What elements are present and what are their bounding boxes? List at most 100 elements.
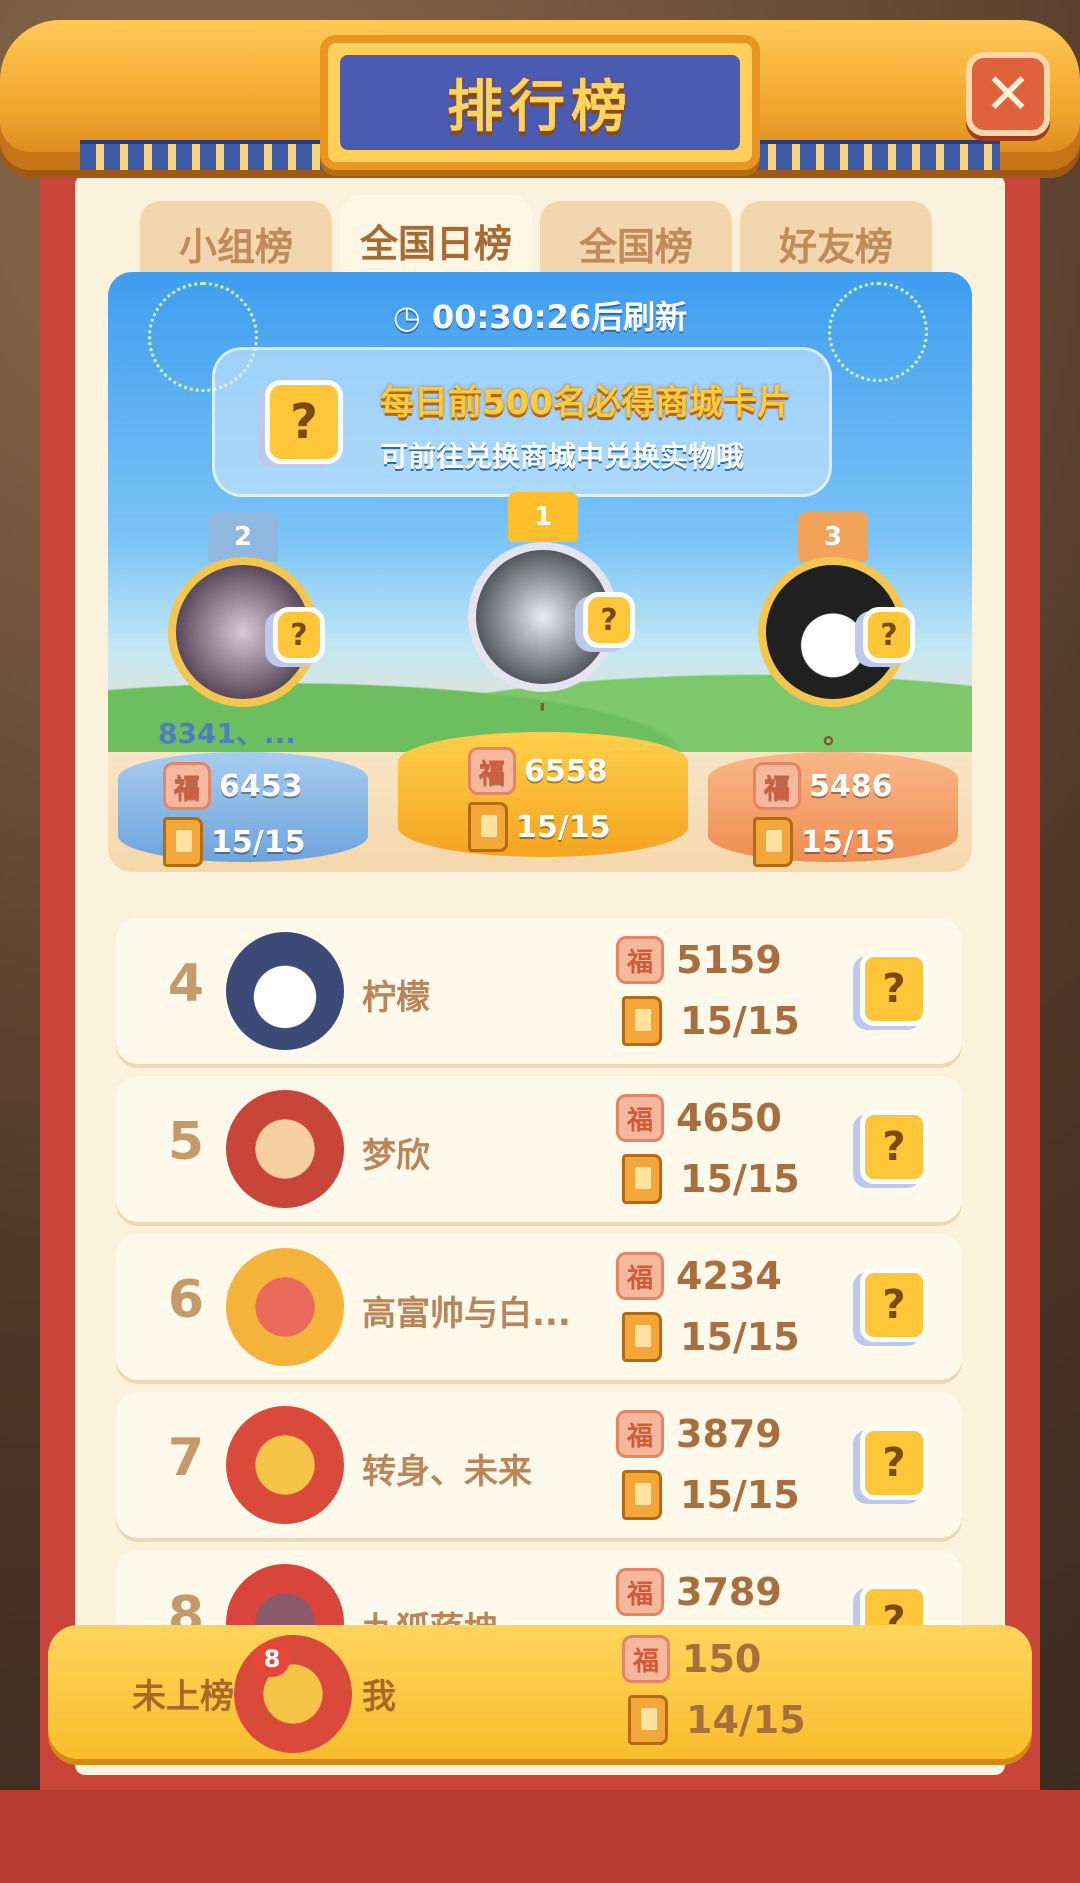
book-icon xyxy=(622,996,662,1046)
ranking-row[interactable]: 6 高富帅与白... 福 4234 15/15 ? xyxy=(116,1234,962,1380)
player-progress: 15/15 xyxy=(622,1154,800,1204)
banner-headline: 每日前500名必得商城卡片 xyxy=(380,383,791,423)
fu-coin-icon: 福 xyxy=(622,1635,670,1683)
fu-coin-icon: 福 xyxy=(616,1094,664,1142)
podium-progress: 15/15 xyxy=(468,802,610,852)
podium-name: 。 xyxy=(823,717,852,750)
mystery-card-icon[interactable]: ? xyxy=(860,1268,928,1342)
mystery-card-icon[interactable]: ? xyxy=(860,1110,928,1184)
refresh-timer: ◷ 00:30:26后刷新 xyxy=(108,292,972,338)
player-progress: 15/15 xyxy=(622,1470,800,1520)
player-score-value: 5159 xyxy=(676,938,782,982)
ranking-row[interactable]: 4 柠檬 福 5159 15/15 ? xyxy=(116,918,962,1064)
mystery-card-icon: ? xyxy=(863,607,915,663)
bronze-crown-icon: 3 xyxy=(798,512,868,562)
player-score-value: 4234 xyxy=(676,1254,782,1298)
silver-crown-icon: 2 xyxy=(208,512,278,562)
clock-icon: ◷ xyxy=(392,298,432,336)
podium-score-value: 5486 xyxy=(809,768,893,804)
podium-rank-2[interactable]: 2 ? 8341、... 福 6453 15/15 xyxy=(118,512,368,867)
podium-rank-1[interactable]: 1 ? ' 福 6558 15/15 xyxy=(398,492,688,862)
podium-rank-3[interactable]: 3 ? 。 福 5486 15/15 xyxy=(708,512,958,867)
player-progress-value: 15/15 xyxy=(680,1157,800,1201)
podium-score: 福 5486 xyxy=(753,762,893,810)
book-icon xyxy=(622,1470,662,1520)
my-score: 福 150 xyxy=(622,1635,761,1683)
player-score-value: 3879 xyxy=(676,1412,782,1456)
ranking-row[interactable]: 5 梦欣 福 4650 15/15 ? xyxy=(116,1076,962,1222)
avatar xyxy=(226,1090,344,1208)
fu-coin-icon: 福 xyxy=(616,1568,664,1616)
player-progress-value: 15/15 xyxy=(680,999,800,1043)
rank-number: 4 xyxy=(167,954,205,1014)
level-badge: 8 xyxy=(254,1641,290,1677)
player-score-value: 3789 xyxy=(676,1570,782,1614)
player-score: 福 5159 xyxy=(616,936,782,984)
podium-name: 8341、... xyxy=(158,717,296,750)
gold-crown-icon: 1 xyxy=(508,492,578,542)
my-progress: 14/15 xyxy=(628,1695,806,1745)
page-title: 排行榜 xyxy=(447,75,633,140)
my-rank-label: 未上榜 xyxy=(132,1677,234,1717)
fu-coin-icon: 福 xyxy=(616,1252,664,1300)
avatar xyxy=(226,1248,344,1366)
banner-subtext: 可前往兑换商城中兑换实物哦 xyxy=(380,440,745,473)
book-icon xyxy=(753,817,793,867)
my-name: 我 xyxy=(362,1677,396,1717)
title-plaque: 排行榜 xyxy=(320,35,760,170)
podium-name: ' xyxy=(538,697,547,730)
mystery-card-icon[interactable]: ? xyxy=(860,1426,928,1500)
player-score: 福 3789 xyxy=(616,1568,782,1616)
book-icon xyxy=(628,1695,668,1745)
mystery-card-icon: ? xyxy=(273,607,325,663)
player-score: 福 3879 xyxy=(616,1410,782,1458)
reward-banner: ? 每日前500名必得商城卡片 可前往兑换商城中兑换实物哦 xyxy=(212,347,832,497)
refresh-timer-text: 00:30:26后刷新 xyxy=(431,298,688,336)
podium-score-value: 6558 xyxy=(524,753,608,789)
rank-number: 5 xyxy=(167,1112,205,1172)
fu-coin-icon: 福 xyxy=(616,936,664,984)
book-icon xyxy=(468,802,508,852)
rank-number: 7 xyxy=(167,1428,205,1488)
player-score: 福 4650 xyxy=(616,1094,782,1142)
podium-score-value: 6453 xyxy=(219,768,303,804)
avatar: 8 xyxy=(234,1635,352,1753)
player-progress-value: 15/15 xyxy=(680,1315,800,1359)
player-score-value: 4650 xyxy=(676,1096,782,1140)
fu-coin-icon: 福 xyxy=(468,747,516,795)
mystery-card-icon: ? xyxy=(265,380,343,464)
player-name: 梦欣 xyxy=(362,1136,430,1176)
podium-progress-value: 15/15 xyxy=(801,824,896,860)
player-progress: 15/15 xyxy=(622,996,800,1046)
fu-coin-icon: 福 xyxy=(616,1410,664,1458)
player-name: 高富帅与白... xyxy=(362,1294,571,1334)
rank-number: 6 xyxy=(167,1270,205,1330)
my-score-value: 150 xyxy=(682,1637,762,1681)
my-ranking-bar[interactable]: 未上榜 8 我 福 150 14/15 xyxy=(48,1625,1032,1759)
book-icon xyxy=(622,1154,662,1204)
mystery-card-icon: ? xyxy=(583,592,635,648)
podium-progress-value: 15/15 xyxy=(211,824,306,860)
player-score: 福 4234 xyxy=(616,1252,782,1300)
podium-progress: 15/15 xyxy=(163,817,305,867)
player-name: 转身、未来 xyxy=(362,1452,532,1492)
frame-base xyxy=(0,1790,1080,1883)
mystery-card-icon[interactable]: ? xyxy=(860,952,928,1026)
player-progress: 15/15 xyxy=(622,1312,800,1362)
book-icon xyxy=(622,1312,662,1362)
avatar xyxy=(226,1406,344,1524)
fu-coin-icon: 福 xyxy=(163,762,211,810)
player-name: 柠檬 xyxy=(362,978,430,1018)
avatar xyxy=(226,932,344,1050)
podium-progress: 15/15 xyxy=(753,817,895,867)
player-progress-value: 15/15 xyxy=(680,1473,800,1517)
ranking-row[interactable]: 7 转身、未来 福 3879 15/15 ? xyxy=(116,1392,962,1538)
podium-progress-value: 15/15 xyxy=(516,809,611,845)
my-progress-value: 14/15 xyxy=(686,1698,806,1742)
fu-coin-icon: 福 xyxy=(753,762,801,810)
podium-score: 福 6558 xyxy=(468,747,608,795)
book-icon xyxy=(163,817,203,867)
top-three-panel: ◷ 00:30:26后刷新 ? 每日前500名必得商城卡片 可前往兑换商城中兑换… xyxy=(108,272,972,872)
close-button[interactable]: ✕ xyxy=(966,52,1050,136)
podium-score: 福 6453 xyxy=(163,762,303,810)
